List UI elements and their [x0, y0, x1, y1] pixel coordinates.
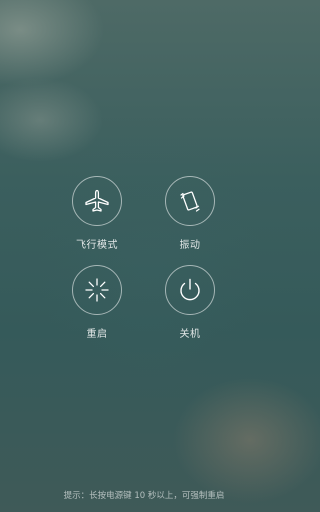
vibrate-ring[interactable]	[165, 176, 215, 226]
reboot-icon	[85, 278, 109, 302]
reboot-button[interactable]: 重启	[57, 265, 137, 355]
force-reboot-hint: 提示：长按电源键 10 秒以上，可强制重启	[63, 491, 225, 501]
airplane-mode-button[interactable]: 飞行模式	[57, 176, 137, 266]
power-off-ring[interactable]	[165, 265, 215, 315]
reboot-ring[interactable]	[72, 265, 122, 315]
airplane-icon	[85, 189, 109, 212]
vibrate-button[interactable]: 振动	[150, 176, 230, 266]
power-icon	[180, 278, 200, 301]
vibrate-label: 振动	[179, 240, 201, 251]
airplane-mode-ring[interactable]	[72, 176, 122, 226]
power-off-label: 关机	[179, 329, 201, 340]
power-menu: 飞行模式 振动 重启 关机 提示：长按电源键 10 秒以上，可强制重启	[0, 0, 288, 512]
vibrate-icon	[180, 191, 200, 212]
airplane-mode-label: 飞行模式	[76, 240, 118, 251]
reboot-label: 重启	[86, 329, 108, 340]
power-off-button[interactable]: 关机	[150, 265, 230, 355]
